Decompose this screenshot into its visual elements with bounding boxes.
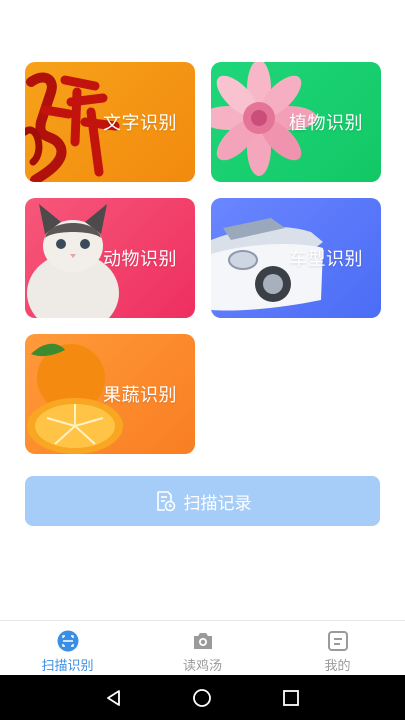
bottom-tab-bar: 扫描识别 读鸡汤 我的: [0, 620, 405, 675]
fruit-recognition-card[interactable]: 果蔬识别: [25, 334, 195, 454]
tab-chicken-soup-label: 读鸡汤: [182, 659, 222, 674]
plant-recognition-card[interactable]: 植物识别: [211, 62, 381, 182]
tab-chicken-soup[interactable]: 读鸡汤: [135, 621, 270, 675]
tab-scan-recognition-label: 扫描识别: [41, 659, 94, 674]
car-recognition-label: 车型识别: [289, 249, 363, 270]
fruit-recognition-label: 果蔬识别: [103, 385, 177, 406]
scan-history-button[interactable]: 扫描记录: [25, 476, 380, 526]
plant-recognition-label: 植物识别: [289, 113, 363, 134]
tab-mine[interactable]: 我的: [270, 621, 405, 675]
recents-square-icon: [282, 689, 299, 706]
scan-history-label: 扫描记录: [183, 493, 252, 514]
tab-scan-recognition[interactable]: 扫描识别: [0, 621, 135, 675]
system-back-button[interactable]: [94, 678, 134, 718]
system-navigation-bar: [0, 675, 405, 720]
animal-recognition-label: 动物识别: [103, 249, 177, 270]
text-recognition-label: 文字识别: [103, 113, 177, 134]
profile-card-icon: [327, 631, 348, 651]
text-recognition-card[interactable]: 文字识别: [25, 62, 195, 182]
scan-icon: [57, 630, 78, 652]
animal-recognition-card[interactable]: 动物识别: [25, 198, 195, 318]
car-recognition-card[interactable]: 车型识别: [211, 198, 381, 318]
app-screen: 文字识别 植物识别 动物识别 车型识别 果蔬识别 扫描记录 扫描识别 读鸡汤 我…: [0, 0, 405, 720]
camera-icon: [193, 633, 212, 649]
back-triangle-icon: [107, 689, 121, 706]
document-clock-icon: [156, 491, 175, 512]
home-circle-icon: [193, 688, 212, 707]
system-home-button[interactable]: [182, 678, 222, 718]
system-recents-button[interactable]: [271, 678, 311, 718]
tab-mine-label: 我的: [324, 659, 351, 674]
